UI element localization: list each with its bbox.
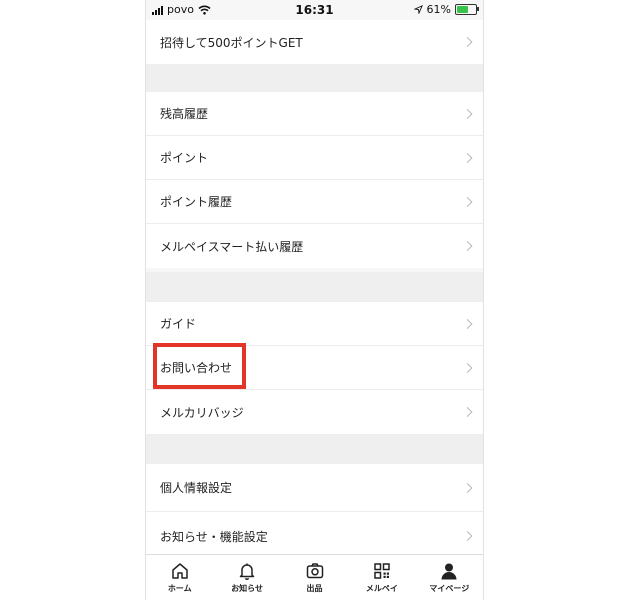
list-item-label: ポイント履歴 (160, 195, 233, 209)
chevron-right-icon (462, 531, 473, 541)
list-item-label: ポイント (160, 151, 209, 165)
tab-merpay[interactable]: メルペイ (348, 555, 415, 600)
tab-home[interactable]: ホーム (146, 555, 213, 600)
chevron-right-icon (462, 362, 473, 373)
battery-percent: 61% (426, 3, 451, 16)
section-divider (146, 64, 483, 92)
bottom-tab-bar: ホーム お知らせ 出品 メルペイ マイページ (146, 554, 483, 600)
list-item-balance-history[interactable]: 残高履歴 (146, 92, 483, 136)
payments-section: 残高履歴 ポイント ポイント履歴 メルペイスマート払い履歴 (146, 92, 483, 268)
phone-screen: povo 16:31 61% 招待して500ポイントGET 残高履歴 ポイント … (145, 0, 484, 600)
chevron-right-icon (462, 152, 473, 163)
location-arrow-icon (413, 5, 423, 14)
list-item-notification-settings[interactable]: お知らせ・機能設定 (146, 512, 483, 560)
chevron-right-icon (462, 318, 473, 329)
list-item-contact[interactable]: お問い合わせ (146, 346, 483, 390)
list-item-smart-pay-history[interactable]: メルペイスマート払い履歴 (146, 224, 483, 268)
list-item-label: 個人情報設定 (160, 481, 233, 495)
chevron-right-icon (462, 196, 473, 207)
invite-section: 招待して500ポイントGET (146, 20, 483, 64)
list-item-invite[interactable]: 招待して500ポイントGET (146, 20, 483, 64)
list-item-mercari-badge[interactable]: メルカリバッジ (146, 390, 483, 434)
tab-label: お知らせ (231, 584, 264, 593)
chevron-right-icon (462, 407, 473, 417)
home-icon (171, 563, 188, 579)
tab-notifications[interactable]: お知らせ (213, 555, 280, 600)
list-item-points[interactable]: ポイント (146, 136, 483, 180)
list-item-label: お知らせ・機能設定 (160, 529, 268, 544)
list-item-label: 残高履歴 (160, 107, 209, 121)
bell-icon (239, 563, 255, 580)
qr-code-icon (374, 563, 390, 579)
chevron-right-icon (462, 108, 473, 119)
tab-label: メルペイ (365, 584, 398, 593)
list-item-label: メルカリバッジ (160, 405, 244, 420)
list-item-label: ガイド (160, 317, 197, 331)
tab-label: 出品 (306, 584, 323, 593)
tab-label: ホーム (167, 584, 192, 593)
list-item-guide[interactable]: ガイド (146, 302, 483, 346)
chevron-right-icon (462, 482, 473, 493)
chevron-right-icon (462, 37, 473, 47)
person-icon (441, 563, 457, 580)
list-item-label: 招待して500ポイントGET (160, 35, 303, 50)
section-divider (146, 434, 483, 464)
help-section: ガイド お問い合わせ メルカリバッジ (146, 302, 483, 434)
list-item-personal-info[interactable]: 個人情報設定 (146, 464, 483, 512)
settings-section: 個人情報設定 お知らせ・機能設定 (146, 464, 483, 560)
list-item-points-history[interactable]: ポイント履歴 (146, 180, 483, 224)
camera-icon (306, 563, 323, 579)
status-bar: povo 16:31 61% (146, 0, 483, 20)
battery-icon (455, 4, 479, 15)
tab-mypage[interactable]: マイページ (416, 555, 483, 600)
tab-sell[interactable]: 出品 (281, 555, 348, 600)
list-item-label: お問い合わせ (160, 361, 233, 375)
chevron-right-icon (462, 241, 473, 251)
section-divider (146, 272, 483, 302)
tab-label: マイページ (429, 584, 470, 593)
list-item-label: メルペイスマート払い履歴 (160, 239, 304, 254)
